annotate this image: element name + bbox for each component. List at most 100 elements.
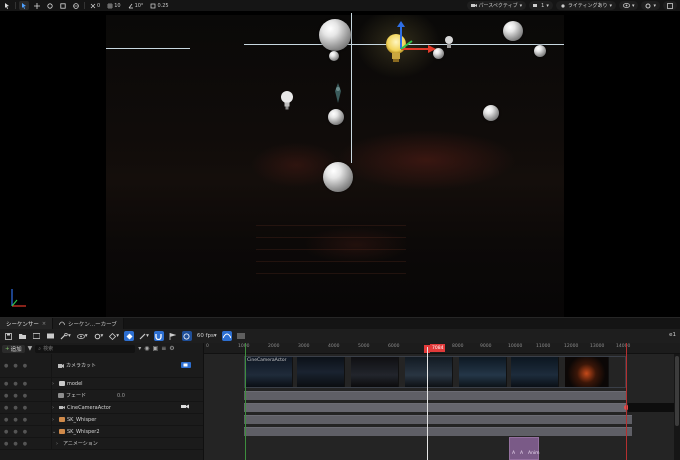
solo-icon[interactable]: ●: [23, 429, 27, 435]
tab-sequencer-curves[interactable]: シーケン...ーカーブ: [53, 318, 124, 329]
reflection-probe-icon[interactable]: [503, 21, 523, 41]
select-tool-button[interactable]: [19, 1, 29, 10]
lock-icon[interactable]: ●: [13, 441, 17, 447]
track-search-input[interactable]: ⌕ 検索: [35, 344, 136, 353]
maximize-viewport-button[interactable]: [663, 1, 677, 10]
timeline-vertical-scrollbar[interactable]: [674, 354, 680, 460]
track-row-sk-whisper2[interactable]: ● ● ● ⌄ SK_Whisper2: [0, 426, 203, 438]
reflection-probe-icon[interactable]: [328, 109, 344, 125]
view-options-dropdown[interactable]: ▾: [76, 331, 89, 341]
scale-tool-button[interactable]: [58, 1, 68, 10]
lock-icon[interactable]: ●: [13, 381, 17, 387]
playhead-line[interactable]: [427, 347, 428, 460]
track-row-model[interactable]: ● ● ● › model: [0, 378, 203, 390]
lighting-dropdown[interactable]: ライティングあり ▾: [555, 1, 616, 10]
reflection-probe-icon[interactable]: [323, 162, 353, 192]
chevron-right-icon[interactable]: ›: [52, 405, 57, 411]
filter-icon[interactable]: ▼: [28, 345, 33, 352]
add-track-button[interactable]: + 追加: [2, 344, 25, 353]
transform-gizmo[interactable]: [392, 21, 440, 57]
lock-icon[interactable]: ●: [13, 405, 17, 411]
sk-whisper-track-bar[interactable]: [244, 427, 632, 436]
export-button[interactable]: [45, 331, 55, 341]
gear-icon[interactable]: ⚙: [169, 345, 174, 352]
light-bulb-icon[interactable]: [280, 90, 294, 112]
visibility-icon[interactable]: ●: [4, 405, 8, 411]
lock-icon[interactable]: ●: [13, 393, 17, 399]
lock-icon[interactable]: ●: [13, 429, 17, 435]
character-marker-icon[interactable]: [331, 83, 345, 105]
lock-icon[interactable]: ●: [13, 363, 17, 369]
curve-editor-toggle[interactable]: [221, 331, 232, 341]
sequencer-timeline[interactable]: 0 1000 2000 3000 4000 5000 6000 8000 900…: [203, 343, 680, 460]
scale-snap-toggle[interactable]: 0.25: [148, 1, 170, 10]
level-viewport[interactable]: [0, 11, 680, 317]
camera-cut-section[interactable]: CineCameraActor: [244, 356, 626, 388]
solo-icon[interactable]: ●: [23, 417, 27, 423]
key-options-dropdown[interactable]: ▾: [108, 331, 120, 341]
chevron-down-icon[interactable]: ▾: [138, 345, 141, 352]
track-row-animation[interactable]: ● ● ● › アニメーション: [0, 438, 203, 450]
save-button[interactable]: [3, 331, 13, 341]
tab-sequencer[interactable]: シーケンサー ×: [0, 318, 54, 329]
camera-track-bar[interactable]: [244, 415, 632, 424]
fade-value[interactable]: 0.0: [117, 393, 125, 399]
model-track-bar[interactable]: [244, 391, 626, 400]
lock-icon[interactable]: ▣: [153, 345, 159, 352]
visibility-icon[interactable]: ●: [4, 429, 8, 435]
snap-magnet-toggle[interactable]: [153, 331, 164, 341]
track-row-sk-whisper[interactable]: ● ● ● › SK_Whisper: [0, 414, 203, 426]
scrollbar-thumb[interactable]: [675, 356, 679, 426]
visibility-icon[interactable]: ●: [4, 417, 8, 423]
auto-key-toggle[interactable]: [124, 331, 135, 341]
playback-options-dropdown[interactable]: ▾: [93, 331, 105, 341]
framerate-toggle[interactable]: [181, 331, 192, 341]
sequence-settings-button[interactable]: [236, 331, 246, 341]
pen-tool-dropdown[interactable]: ▾: [138, 331, 150, 341]
solo-icon[interactable]: ●: [23, 441, 27, 447]
track-row-fade[interactable]: ● ● ● フェード 0.0: [0, 390, 203, 402]
visibility-icon[interactable]: ●: [4, 441, 8, 447]
chevron-down-icon[interactable]: ⌄: [52, 429, 57, 435]
lock-icon[interactable]: ●: [13, 417, 17, 423]
solo-icon[interactable]: ●: [23, 363, 27, 369]
menu-icon[interactable]: ≡: [161, 345, 166, 352]
eye-icon[interactable]: ◉: [144, 345, 149, 352]
camera-lock-button[interactable]: [181, 361, 191, 370]
perspective-dropdown[interactable]: パースペクティブ ▾: [466, 1, 527, 10]
playback-end-marker[interactable]: [626, 343, 627, 460]
reflection-probe-icon[interactable]: [483, 105, 499, 121]
track-row-camera-cuts[interactable]: ● ● ● カメラカット: [0, 354, 203, 378]
fade-track-bar[interactable]: [244, 403, 626, 412]
reflection-probe-icon[interactable]: [534, 45, 546, 57]
viewport-settings-button[interactable]: ▾: [641, 1, 660, 10]
track-row-cine-camera[interactable]: ● ● ● › CineCameraActor: [0, 402, 203, 414]
grid-snap-toggle[interactable]: 10: [105, 1, 122, 10]
chevron-right-icon[interactable]: ›: [56, 441, 61, 447]
world-space-button[interactable]: [71, 1, 81, 10]
spot-light-icon[interactable]: [444, 35, 454, 51]
close-icon[interactable]: ×: [42, 321, 46, 327]
select-mode-button[interactable]: [2, 1, 12, 10]
reflection-probe-icon[interactable]: [319, 19, 351, 51]
rotate-tool-button[interactable]: [45, 1, 55, 10]
fps-dropdown[interactable]: 60 fps ▾: [196, 331, 218, 341]
rotation-snap-toggle[interactable]: 10°: [126, 1, 146, 10]
solo-icon[interactable]: ●: [23, 381, 27, 387]
snap-toggle[interactable]: 0: [88, 1, 102, 10]
solo-icon[interactable]: ●: [23, 405, 27, 411]
camera-view-button[interactable]: [181, 404, 189, 411]
animation-section[interactable]: A A Anim: [509, 437, 540, 460]
solo-icon[interactable]: ●: [23, 393, 27, 399]
browse-button[interactable]: [17, 331, 27, 341]
chevron-right-icon[interactable]: ›: [52, 417, 57, 423]
camera-speed-dropdown[interactable]: 1 ▾: [529, 1, 553, 10]
visibility-icon[interactable]: ●: [4, 363, 8, 369]
visibility-icon[interactable]: ●: [4, 381, 8, 387]
render-movie-button[interactable]: [31, 331, 41, 341]
translate-tool-button[interactable]: [32, 1, 42, 10]
actions-dropdown[interactable]: ▾: [59, 331, 72, 341]
frame-marker-button[interactable]: [168, 331, 178, 341]
playback-start-marker[interactable]: [245, 343, 246, 460]
visibility-icon[interactable]: ●: [4, 393, 8, 399]
